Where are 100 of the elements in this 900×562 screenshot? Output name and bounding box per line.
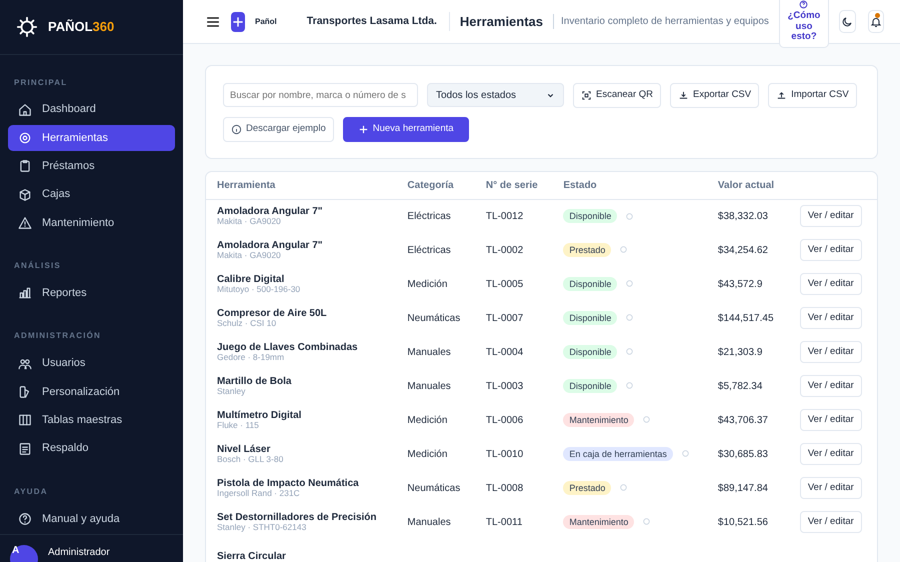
edit-button[interactable]: Ver / editar xyxy=(800,510,862,534)
category-cell-text: Eléctricas xyxy=(406,244,452,258)
tool-brand-model: Stanley xyxy=(217,386,246,396)
edit-button[interactable]: Ver / editar xyxy=(800,306,862,330)
cube-icon xyxy=(18,188,32,202)
section-label: AYUDA xyxy=(13,486,49,498)
section-label: ADMINISTRACIÓN xyxy=(13,330,102,342)
palette-icon xyxy=(18,384,32,399)
toolbar-button[interactable]: Escanear QR xyxy=(573,83,662,108)
toolbar-button[interactable]: Exportar CSV xyxy=(670,83,760,108)
tool-brand-model: Fluke · 115 xyxy=(217,420,260,430)
sidebar-item[interactable]: Mantenimiento xyxy=(8,210,175,236)
category-cell-text: Medición xyxy=(406,448,448,462)
status-badge: Disponible xyxy=(563,344,618,358)
section-label: ANÁLISIS xyxy=(13,260,62,272)
status-badge: Disponible xyxy=(563,378,618,392)
upload-icon xyxy=(776,90,788,101)
page-title: Herramientas xyxy=(448,12,544,32)
plus-logo-icon xyxy=(231,12,245,32)
tool-name: Sierra Circular xyxy=(217,550,287,562)
qr-scan-icon xyxy=(581,90,592,101)
serial-cell: TL-0012 xyxy=(474,199,552,233)
tool-name: Compresor de Aire 50L xyxy=(217,308,328,319)
circle-icon xyxy=(643,416,650,424)
edit-button[interactable]: Ver / editar xyxy=(800,408,862,432)
sidebar-item[interactable]: Herramientas xyxy=(8,124,175,152)
tool-brand-model: Gedore · 8-19mm xyxy=(217,352,286,362)
serial-cell-text: TL-0002 xyxy=(484,244,524,258)
tool-brand-model: Bosch · GLL 3-80 xyxy=(217,454,284,464)
value-cell-text: $34,254.62 xyxy=(716,244,769,258)
column-header: Estado xyxy=(552,172,707,199)
serial-cell-text: TL-0004 xyxy=(484,346,524,360)
value-cell-text: $21,303.9 xyxy=(716,346,764,360)
circle-icon xyxy=(626,382,634,390)
serial-cell-text: TL-0011 xyxy=(484,516,524,530)
tool-name: Calibre Digital xyxy=(217,274,286,285)
sidebar-item[interactable]: Personalización xyxy=(8,378,175,406)
company-name: Transportes Lasama Ltda. xyxy=(306,14,437,29)
status-badge: Mantenimiento xyxy=(563,514,634,528)
bell-icon xyxy=(870,16,882,28)
column-header: Herramienta xyxy=(206,172,396,199)
edit-button[interactable]: Ver / editar xyxy=(800,272,862,296)
value-cell-text: $144,517.45 xyxy=(716,312,775,326)
toolbar-button[interactable]: Importar CSV xyxy=(768,83,857,108)
clipboard-icon xyxy=(18,159,32,174)
toolbar-button[interactable]: Descargar ejemplo xyxy=(223,117,334,142)
value-cell-text: $43,572.9 xyxy=(716,278,764,292)
value-cell-text: $10,521.56 xyxy=(716,516,769,530)
help-button[interactable]: ¿Cómo uso esto? xyxy=(778,0,829,48)
page-subtitle: Inventario completo de herramientas y equipos xyxy=(553,14,769,29)
column-header: N° de serie xyxy=(474,172,552,199)
house-icon xyxy=(18,102,32,117)
edit-button[interactable]: Ver / editar xyxy=(800,340,862,364)
category-cell: Eléctricas xyxy=(396,199,475,233)
circle-icon xyxy=(643,518,650,526)
category-cell-text: Neumáticas xyxy=(406,312,462,326)
circle-icon xyxy=(626,314,634,322)
sidebar-item[interactable]: Cajas xyxy=(8,182,175,208)
status-badge: Disponible xyxy=(563,276,618,290)
notifications-button[interactable] xyxy=(868,10,884,33)
sidebar-item[interactable]: Manual y ayuda xyxy=(8,506,175,532)
sidebar-item[interactable]: Usuarios xyxy=(8,350,175,377)
new-tool-button[interactable]: Nueva herramienta xyxy=(342,117,469,142)
edit-button[interactable]: Ver / editar xyxy=(800,238,862,262)
tool-name: Juego de Llaves Combinadas xyxy=(217,342,359,353)
circle-icon xyxy=(620,246,628,254)
edit-button[interactable]: Ver / editar xyxy=(800,374,862,398)
tool-name: Pistola de Impacto Neumática xyxy=(217,478,360,489)
value-cell-text: $30,685.83 xyxy=(716,448,769,462)
circle-icon xyxy=(620,484,628,492)
value-cell-text: $5,782.34 xyxy=(716,380,764,394)
tool-brand-model: Stanley · STHT0-62143 xyxy=(217,522,308,532)
edit-button[interactable]: Ver / editar xyxy=(800,476,862,500)
value-cell-text: $89,147.84 xyxy=(716,482,769,496)
edit-button[interactable]: Ver / editar xyxy=(800,205,862,228)
warning-icon xyxy=(18,216,32,230)
users-icon xyxy=(18,356,32,371)
status-badge: Prestado xyxy=(563,242,612,256)
plus-icon xyxy=(358,124,369,135)
category-cell-text: Neumáticas xyxy=(406,482,462,496)
download-icon xyxy=(678,90,690,101)
status-select[interactable]: Todos los estados xyxy=(427,83,564,107)
tool-brand-model: Makita · GA9020 xyxy=(217,250,281,260)
circle-icon xyxy=(682,450,689,458)
sidebar-item[interactable]: Dashboard xyxy=(8,96,175,123)
tool-name: Set Destornilladores de Precisión xyxy=(217,512,378,523)
sidebar-item[interactable]: Respaldo xyxy=(8,435,175,462)
theme-toggle-button[interactable] xyxy=(839,10,856,33)
sidebar-item[interactable]: Reportes xyxy=(8,280,175,306)
status-badge: En caja de herramientas xyxy=(563,446,673,460)
serial-cell-text: TL-0006 xyxy=(484,414,524,428)
column-header: Categoría xyxy=(396,172,475,199)
tool-name: Martillo de Bola xyxy=(217,376,292,387)
status-badge: Disponible xyxy=(563,310,618,324)
tool-name: Amoladora Angular 7" xyxy=(217,240,324,251)
logo-label: Pañol xyxy=(255,16,277,28)
search-field[interactable]: Buscar por nombre, marca o número de s xyxy=(223,83,418,107)
sidebar-item[interactable]: Tablas maestras xyxy=(8,407,175,434)
sidebar-item[interactable]: Préstamos xyxy=(8,153,175,180)
edit-button[interactable]: Ver / editar xyxy=(800,442,862,466)
